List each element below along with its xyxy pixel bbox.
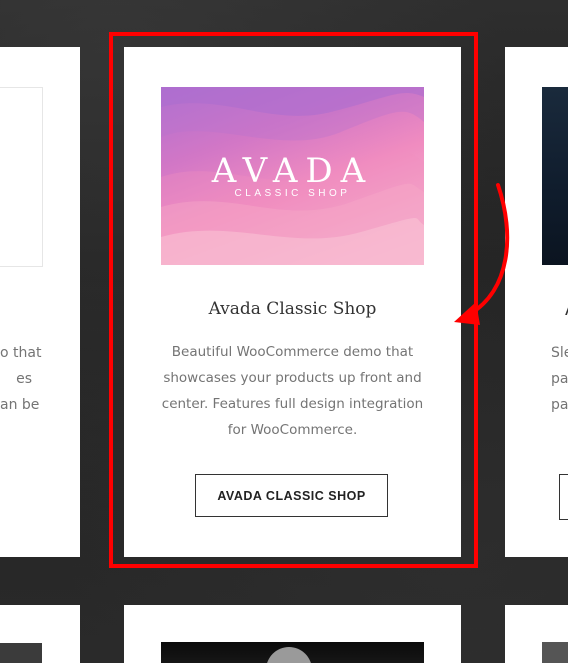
demo-card-right[interactable]: A Sle pag page — [505, 47, 568, 557]
demo-card-bottom-right[interactable] — [505, 605, 568, 663]
demo-thumbnail-right[interactable] — [542, 87, 568, 265]
demo-description-right: Sle pag page — [551, 345, 568, 413]
demo-card-avada-classic-shop[interactable]: AVADA CLASSIC SHOP Avada Classic Shop Be… — [124, 47, 461, 557]
demo-description-left: o that es an be — [0, 345, 42, 413]
thumbnail-logo-subtitle: CLASSIC SHOP — [234, 188, 351, 199]
demo-cta-button-right[interactable] — [559, 474, 568, 520]
demo-cta-button[interactable]: AVADA CLASSIC SHOP — [195, 474, 388, 517]
demo-thumbnail-avada-classic-shop[interactable]: AVADA CLASSIC SHOP — [161, 87, 424, 265]
demo-thumbnail-bottom-right[interactable] — [542, 642, 568, 663]
demo-thumbnail-bottom-left[interactable] — [0, 643, 42, 663]
demo-description: Beautiful WooCommerce demo that showcase… — [161, 344, 424, 438]
demo-thumbnail-bottom-center[interactable] — [161, 642, 424, 663]
thumbnail-logo-title: AVADA — [211, 151, 374, 191]
demo-card-bottom-center[interactable] — [124, 605, 461, 663]
demo-title: Avada Classic Shop — [208, 299, 377, 319]
person-silhouette-image — [266, 647, 312, 663]
demo-card-bottom-left[interactable] — [0, 605, 80, 663]
demo-card-left[interactable]: o that es an be — [0, 47, 80, 557]
demo-thumbnail-left[interactable] — [0, 87, 43, 267]
